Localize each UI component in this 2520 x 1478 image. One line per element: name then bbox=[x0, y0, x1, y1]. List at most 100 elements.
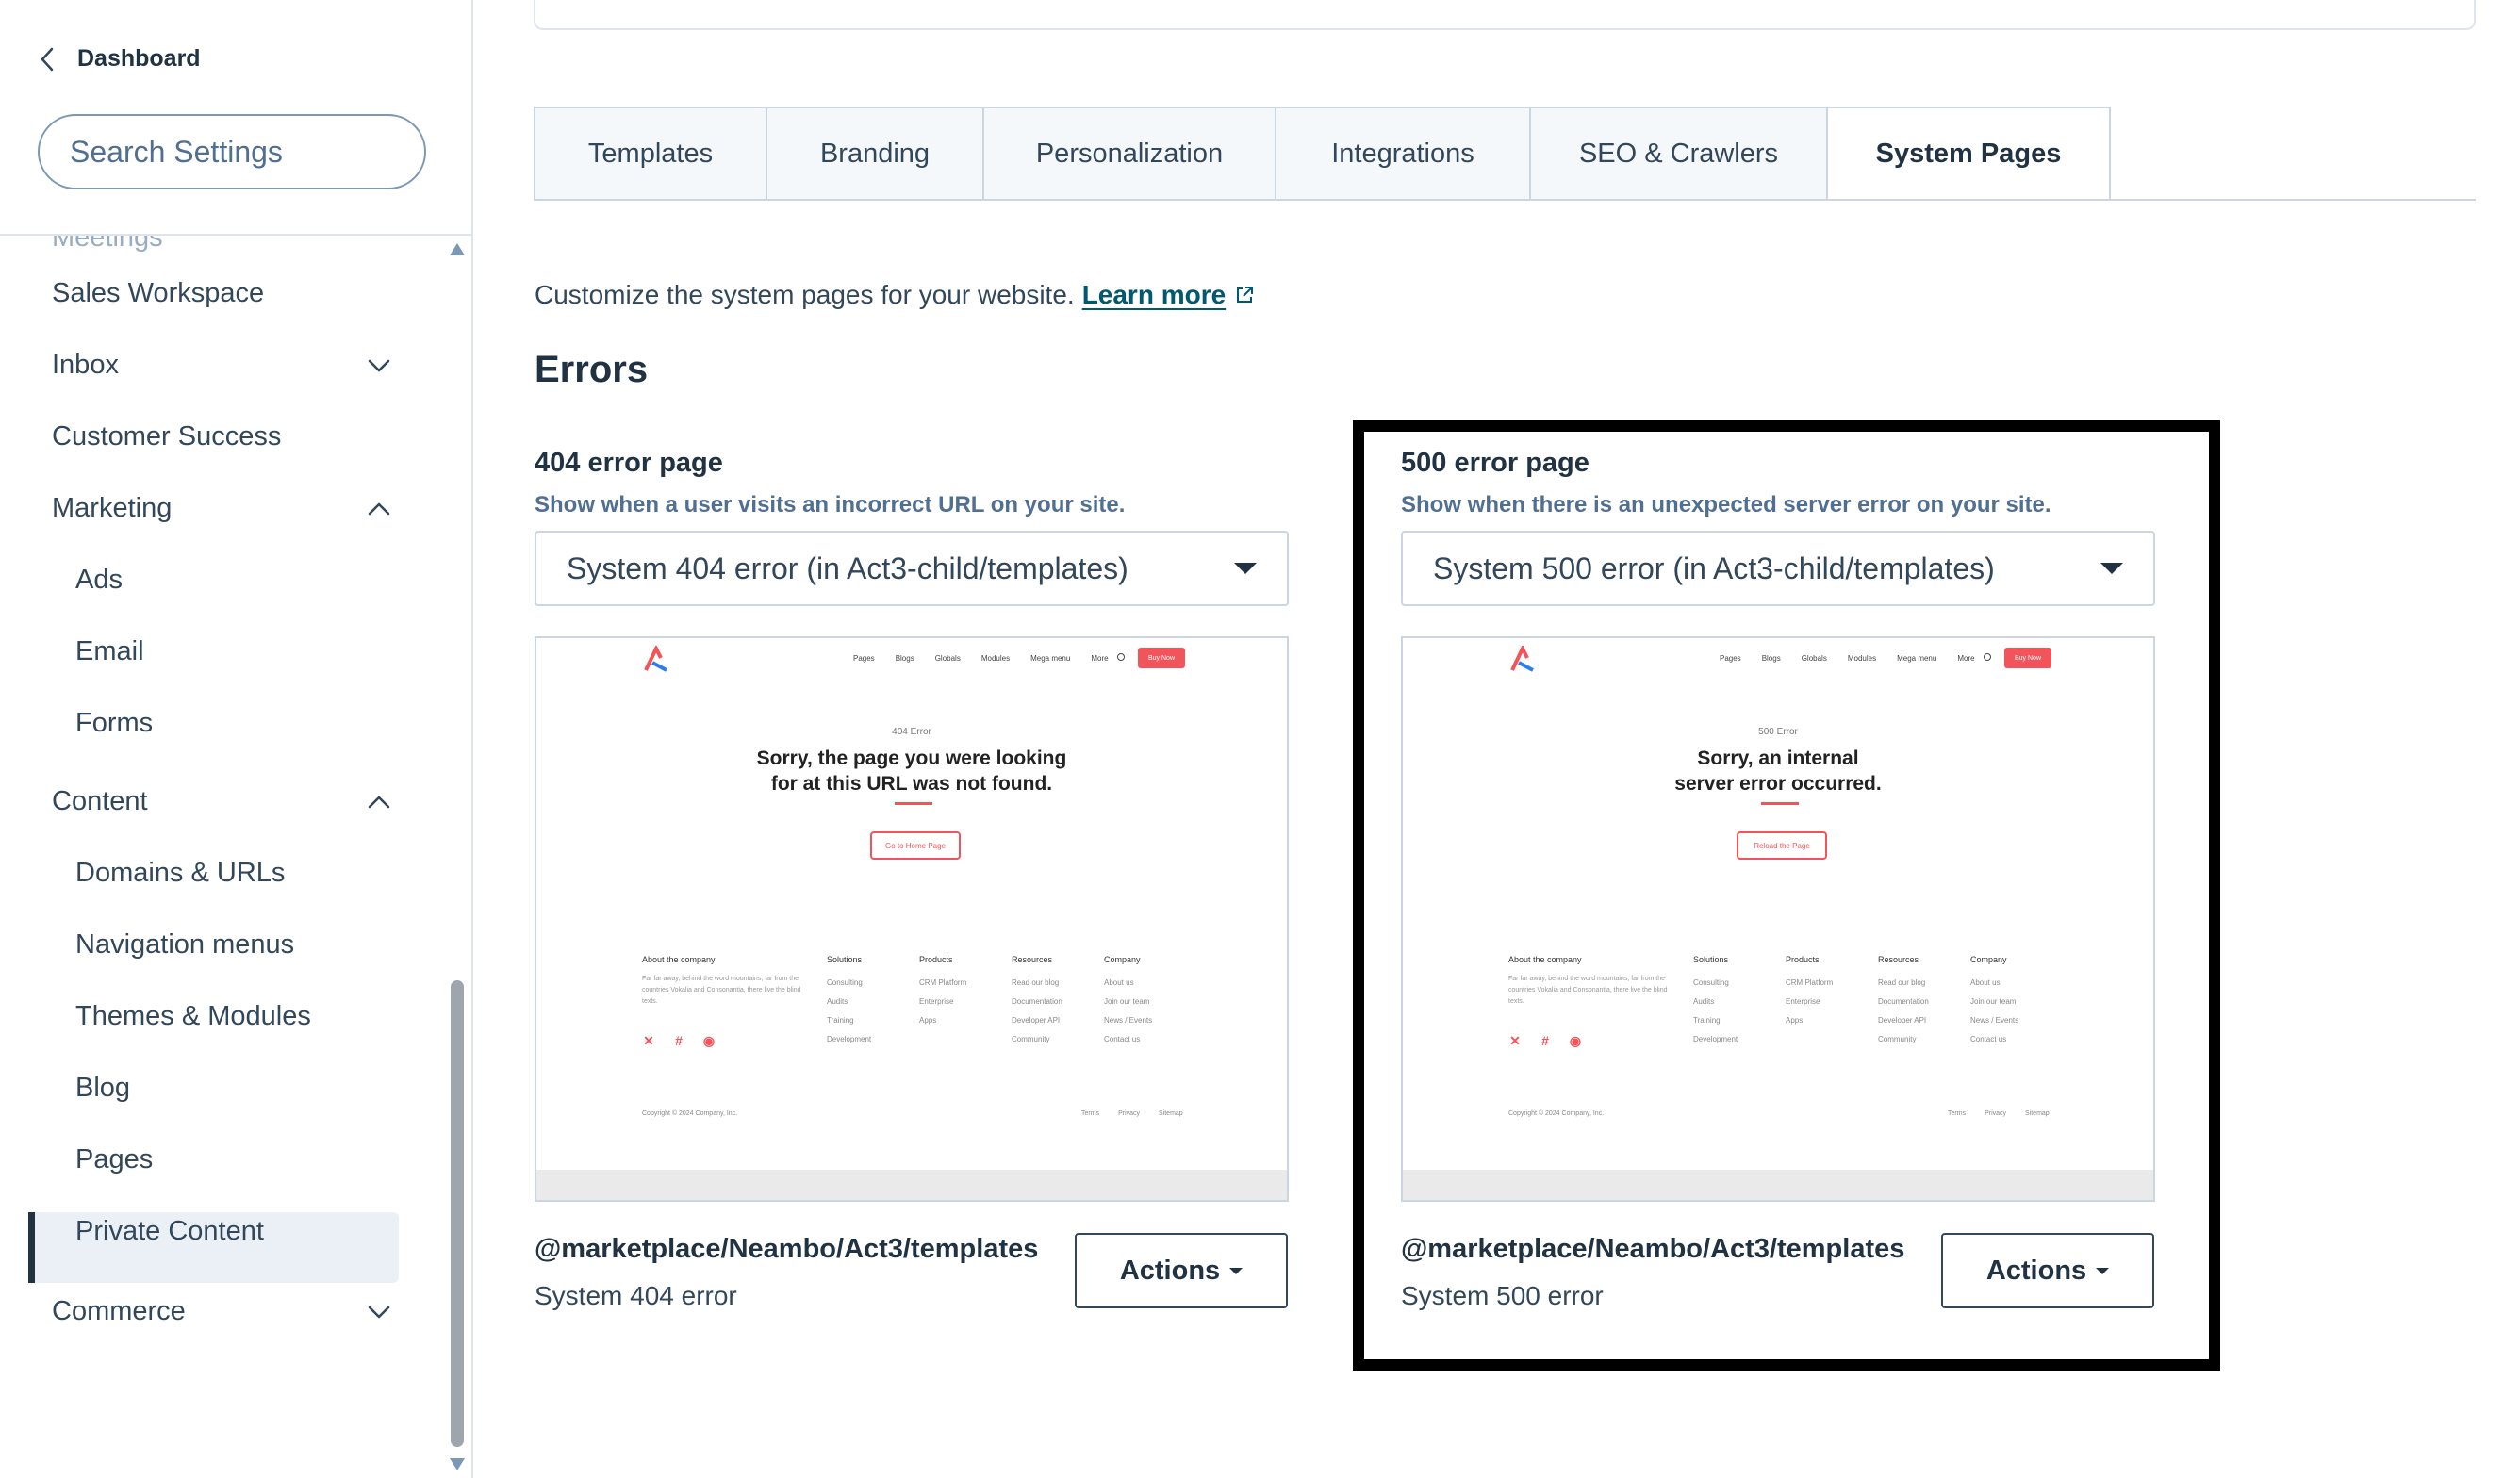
tab-templates[interactable]: Templates bbox=[534, 107, 766, 201]
x-icon: ✕ bbox=[643, 1032, 654, 1048]
sidebar-item-commerce[interactable]: Commerce bbox=[52, 1296, 391, 1327]
preview-legal-link: Privacy bbox=[1118, 1110, 1141, 1117]
tab-branding[interactable]: Branding bbox=[766, 107, 982, 201]
sidebar-item-pages[interactable]: Pages bbox=[75, 1144, 396, 1175]
tab-system-pages[interactable]: System Pages bbox=[1826, 107, 2111, 201]
caret-down-icon[interactable] bbox=[1234, 563, 1257, 574]
template-select[interactable]: System 404 error (in Act3-child/template… bbox=[535, 531, 1289, 606]
preview-nav-item: Blogs bbox=[895, 654, 914, 663]
sidebar-item-customer-success[interactable]: Customer Success bbox=[52, 421, 391, 452]
sidebar-item-marketing[interactable]: Marketing bbox=[52, 493, 391, 524]
sidebar-item-inbox[interactable]: Inbox bbox=[52, 350, 391, 381]
sidebar-item-label: Email bbox=[75, 636, 144, 666]
highlight-frame bbox=[1353, 420, 2220, 1371]
preview-footer-link: Community bbox=[1012, 1035, 1050, 1043]
sidebar-item-label: Customer Success bbox=[52, 421, 282, 452]
preview-about-text: Far far away, behind the word mountains,… bbox=[642, 976, 801, 1005]
github-icon: ◉ bbox=[702, 1032, 716, 1048]
preview-nav-item: Modules bbox=[980, 654, 1011, 663]
sidebar-item-label: Ads bbox=[75, 565, 123, 595]
sidebar-item-private-content[interactable]: Private Content bbox=[75, 1216, 396, 1247]
preview-footer-columns: About the company Far far away, behind th… bbox=[642, 955, 1208, 1068]
sidebar-item-label: Marketing bbox=[52, 493, 173, 523]
preview-footer-link: Documentation bbox=[1012, 997, 1062, 1006]
learn-more-link[interactable]: Learn more bbox=[1082, 280, 1227, 310]
external-link-icon[interactable] bbox=[1233, 284, 1256, 306]
search-settings-field[interactable] bbox=[38, 114, 466, 189]
sidebar-item-navigation-menus[interactable]: Navigation menus bbox=[75, 929, 396, 961]
error-page-404-section: 404 error page Show when a user visits an… bbox=[535, 448, 1289, 1310]
preview-cta-button: Go to Home Page bbox=[870, 831, 961, 860]
sidebar-item-sales-workspace[interactable]: Sales Workspace bbox=[52, 278, 391, 309]
back-to-dashboard-link[interactable]: Dashboard bbox=[38, 45, 201, 73]
sidebar-header: Dashboard bbox=[0, 0, 471, 236]
chevron-up-icon[interactable] bbox=[367, 501, 391, 517]
intro-sentence: Customize the system pages for your webs… bbox=[535, 280, 1075, 309]
preview-nav-item: Mega menu bbox=[1030, 654, 1071, 663]
template-select-value: System 404 error (in Act3-child/template… bbox=[567, 550, 1128, 585]
tab-seo-crawlers[interactable]: SEO & Crawlers bbox=[1529, 107, 1826, 201]
sidebar-item-ads[interactable]: Ads bbox=[75, 565, 396, 596]
preview-logo-icon bbox=[644, 646, 667, 672]
template-preview[interactable]: Pages Blogs Globals Modules Mega menu More Buy… bbox=[535, 636, 1289, 1202]
chevron-left-icon bbox=[41, 47, 54, 71]
scroll-down-arrow[interactable] bbox=[450, 1458, 465, 1470]
top-card-edge bbox=[534, 0, 2476, 30]
preview-footer-link: Audits bbox=[827, 997, 848, 1006]
sidebar-item-blog[interactable]: Blog bbox=[75, 1073, 396, 1104]
tab-personalization[interactable]: Personalization bbox=[982, 107, 1275, 201]
preview-nav-item: More bbox=[1091, 654, 1109, 663]
sidebar-item-label: Inbox bbox=[52, 350, 119, 380]
preview-nav-item: Globals bbox=[934, 654, 961, 663]
search-input[interactable] bbox=[70, 134, 466, 170]
chevron-up-icon[interactable] bbox=[367, 794, 391, 811]
sidebar-item-content[interactable]: Content bbox=[52, 786, 391, 817]
preview-footer-link: Read our blog bbox=[1012, 978, 1060, 987]
preview-footer-column-title: Products bbox=[919, 955, 953, 964]
scroll-up-arrow[interactable] bbox=[450, 243, 465, 255]
preview-footer-link: Development bbox=[827, 1035, 872, 1043]
sidebar-item-label: Commerce bbox=[52, 1296, 186, 1326]
intro-text: Customize the system pages for your webs… bbox=[535, 280, 1256, 310]
chevron-down-icon[interactable] bbox=[367, 357, 391, 374]
preview-footer-column: Solutions Consulting Audits Training Develop… bbox=[827, 955, 871, 1049]
chevron-down-icon[interactable] bbox=[367, 1304, 391, 1321]
error-page-description: Show when a user visits an incorrect URL… bbox=[535, 492, 1126, 517]
preview-footer-link: Consulting bbox=[827, 978, 863, 987]
tab-underline bbox=[534, 199, 2476, 201]
sidebar-scrollbar-thumb[interactable] bbox=[451, 980, 464, 1447]
preview-footer-column-title: Company bbox=[1104, 955, 1141, 964]
preview-about-title: About the company bbox=[642, 955, 716, 964]
tab-integrations[interactable]: Integrations bbox=[1275, 107, 1529, 201]
preview-footer-link: Developer API bbox=[1012, 1016, 1061, 1025]
sidebar-item-email[interactable]: Email bbox=[75, 636, 396, 667]
slack-icon: # bbox=[675, 1033, 683, 1048]
template-name: System 404 error bbox=[535, 1281, 737, 1310]
sidebar-item-label: Forms bbox=[75, 708, 154, 738]
sidebar-item-label: Private Content bbox=[75, 1216, 264, 1246]
sidebar-item-domains-urls[interactable]: Domains & URLs bbox=[75, 858, 396, 889]
preview-search-icon bbox=[1117, 653, 1125, 661]
sidebar-item-forms[interactable]: Forms bbox=[75, 708, 396, 739]
preview-footer-column-title: Solutions bbox=[827, 955, 863, 964]
back-label: Dashboard bbox=[77, 45, 201, 72]
sidebar-item-label: Domains & URLs bbox=[75, 858, 286, 888]
preview-footer-link: CRM Platform bbox=[919, 978, 967, 987]
sidebar-item-themes-modules[interactable]: Themes & Modules bbox=[75, 1001, 396, 1032]
sidebar-item-label: Themes & Modules bbox=[75, 1001, 311, 1031]
preview-nav: Pages Blogs Globals Modules Mega menu More bbox=[853, 654, 1109, 663]
section-title-errors: Errors bbox=[535, 349, 649, 390]
sidebar-item-label: Blog bbox=[75, 1073, 131, 1103]
actions-button[interactable]: Actions bbox=[1075, 1233, 1288, 1308]
active-item-indicator bbox=[28, 1212, 35, 1283]
settings-tabs: Templates Branding Personalization Integrat… bbox=[534, 107, 2111, 201]
settings-sidebar: Meetings CallingSales WorkspaceInboxCust… bbox=[0, 0, 473, 1478]
preview-footer-column-title: Resources bbox=[1012, 955, 1053, 964]
caret-down-icon bbox=[1229, 1267, 1244, 1274]
preview-footer-link: Apps bbox=[919, 1016, 937, 1025]
preview-footer-link: Training bbox=[827, 1016, 854, 1025]
preview-footer-link: News / Events bbox=[1104, 1016, 1153, 1025]
preview-footer-column: Resources Read our blog Documentation Devel… bbox=[1012, 955, 1062, 1049]
preview-legal-links: Terms Privacy Sitemap bbox=[1081, 1110, 1183, 1117]
preview-footer-link: Enterprise bbox=[919, 997, 954, 1006]
